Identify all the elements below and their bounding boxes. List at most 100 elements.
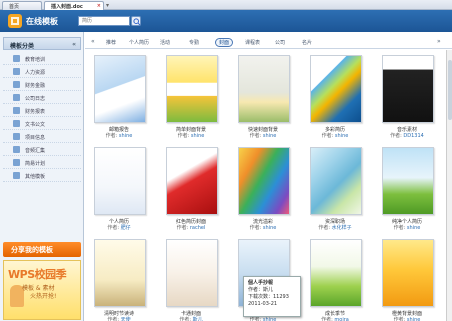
header: 在线模板 [0, 10, 452, 32]
category-icon [13, 120, 20, 127]
author-name[interactable]: moira [334, 317, 348, 321]
template-card[interactable]: 快速封面背景 作者: shine [232, 50, 294, 140]
tooltip-title: 個人手抄報 [248, 280, 274, 286]
template-thumbnail[interactable] [166, 147, 218, 215]
sidebar-item-company[interactable]: 公司日志 [3, 91, 81, 104]
category-icon [13, 94, 20, 101]
template-thumbnail[interactable] [382, 147, 434, 215]
category-heading-label: 模板分类 [10, 43, 35, 50]
tooltip-downloads: 下载次数：11293 [248, 294, 289, 300]
author-name[interactable]: shine [191, 133, 204, 139]
template-card[interactable]: 橙黄背景封面 作者: shine [376, 234, 438, 321]
sidebar-item-label: 其他模板 [25, 174, 46, 180]
template-card[interactable]: 个人简历 作者: 肥仔 [88, 142, 150, 232]
sidebar-item-education[interactable]: 教育培训 [3, 52, 81, 65]
tab-activity[interactable]: 活动 [160, 39, 170, 46]
tab-namecard[interactable]: 名片 [302, 39, 312, 46]
tab-schedule[interactable]: 课程表 [245, 39, 260, 46]
search-button[interactable] [131, 16, 141, 26]
template-thumbnail[interactable] [382, 55, 434, 123]
template-card[interactable]: 红色简历封面 作者: rachel [160, 142, 222, 232]
author-name[interactable]: rachel [190, 225, 206, 231]
category-list: 教育培训 人力资源 财务金融 公司日志 财务报表 文书公文 项目信息 音频汇集 … [3, 52, 81, 182]
sidebar-item-finance[interactable]: 财务金融 [3, 78, 81, 91]
category-icon [13, 159, 20, 166]
category-icon [13, 146, 20, 153]
author-name[interactable]: shine [263, 225, 276, 231]
category-icon [13, 133, 20, 140]
template-card[interactable]: 简单封面背景 作者: shine [160, 50, 222, 140]
sidebar-item-label: 文书公文 [25, 122, 46, 128]
template-thumbnail[interactable] [166, 239, 218, 307]
author-name[interactable]: shine [335, 133, 348, 139]
close-icon[interactable]: × [97, 3, 101, 9]
tab-resume[interactable]: 个人简历 [129, 39, 149, 46]
template-card[interactable]: 流光溢彩 作者: shine [232, 142, 294, 232]
author-name[interactable]: 斯儿 [193, 317, 203, 321]
template-author: 作者: rachel [176, 225, 206, 231]
author-name[interactable]: shine [407, 317, 420, 321]
tab-cover[interactable]: 封面 [215, 38, 234, 47]
tab-home[interactable]: 首页 [2, 1, 42, 10]
template-card[interactable]: 资深职场 作者: 水化样子 [304, 142, 366, 232]
sidebar-item-other[interactable]: 其他模板 [3, 169, 81, 182]
promo-line-2: 火热开抢! [30, 293, 57, 300]
add-tab-icon[interactable]: ▾ [106, 2, 109, 9]
template-thumbnail[interactable] [310, 239, 362, 307]
sidebar-item-label: 人力资源 [25, 70, 46, 76]
tooltip-date: 2011-03-21 [248, 301, 278, 307]
template-thumbnail[interactable] [94, 55, 146, 123]
wps-promo-banner[interactable]: WPS校园季 模板 & 素材 火热开抢! [3, 260, 81, 320]
template-thumbnail[interactable] [94, 147, 146, 215]
category-icon [13, 172, 20, 179]
sidebar-item-audio[interactable]: 音频汇集 [3, 143, 81, 156]
template-thumbnail[interactable] [382, 239, 434, 307]
author-name[interactable]: shine [407, 225, 420, 231]
tab-document[interactable]: 插入封面.doc × [44, 1, 104, 10]
author-name[interactable]: DD1314 [403, 133, 423, 139]
sidebar: 模板分类 « 教育培训 人力资源 财务金融 公司日志 财务报表 文书公文 项目信息… [0, 32, 84, 321]
template-card[interactable]: 多彩简历 作者: shine [304, 50, 366, 140]
search-input[interactable] [78, 16, 130, 26]
tab-company[interactable]: 公司 [275, 39, 285, 46]
template-author: 作者: moira [321, 317, 349, 321]
author-name[interactable]: shine [263, 317, 276, 321]
template-card[interactable]: 清明时节读诗 作者: 天使 [88, 234, 150, 321]
author-name[interactable]: shine [119, 133, 132, 139]
sidebar-item-plans[interactable]: 简易计划 [3, 156, 81, 169]
share-template-button[interactable]: 分享我的模板 [3, 242, 81, 257]
sidebar-item-label: 财务金融 [25, 83, 46, 89]
author-name[interactable]: shine [263, 133, 276, 139]
template-card[interactable]: 邮箱报告 作者: shine [88, 50, 150, 140]
sidebar-item-documents[interactable]: 文书公文 [3, 117, 81, 130]
template-author: 作者: shine [249, 133, 277, 139]
chevron-left-icon[interactable]: « [91, 38, 95, 45]
tab-recommend[interactable]: 推荐 [106, 39, 116, 46]
template-card[interactable]: 纯净个人简历 作者: shine [376, 142, 438, 232]
author-name[interactable]: 水化样子 [332, 225, 352, 231]
sidebar-item-label: 教育培训 [25, 57, 46, 63]
sidebar-item-hr[interactable]: 人力资源 [3, 65, 81, 78]
template-card[interactable]: 卡通封面 作者: 斯儿 [160, 234, 222, 321]
template-thumbnail[interactable] [310, 147, 362, 215]
sidebar-item-projects[interactable]: 项目信息 [3, 130, 81, 143]
template-thumbnail[interactable] [94, 239, 146, 307]
tooltip-author: 作者：斯儿 [248, 287, 274, 293]
chevron-right-icon[interactable]: » [437, 38, 441, 45]
author-name[interactable]: 肥仔 [121, 225, 131, 231]
scroll-thumb[interactable] [448, 60, 452, 120]
author-name[interactable]: 天使 [121, 317, 131, 321]
template-author: 作者: shine [105, 133, 133, 139]
tab-special[interactable]: 专勤 [189, 39, 199, 46]
template-thumbnail[interactable] [166, 55, 218, 123]
template-thumbnail[interactable] [238, 55, 290, 123]
scrollbar[interactable] [446, 50, 452, 321]
template-card[interactable]: 音乐素材 作者: DD1314 [376, 50, 438, 140]
template-card[interactable]: 成长季节 作者: moira [304, 234, 366, 321]
category-heading[interactable]: 模板分类 « [3, 37, 81, 50]
category-icon [13, 81, 20, 88]
search-icon [133, 18, 141, 26]
template-thumbnail[interactable] [238, 147, 290, 215]
template-thumbnail[interactable] [310, 55, 362, 123]
sidebar-item-reports[interactable]: 财务报表 [3, 104, 81, 117]
